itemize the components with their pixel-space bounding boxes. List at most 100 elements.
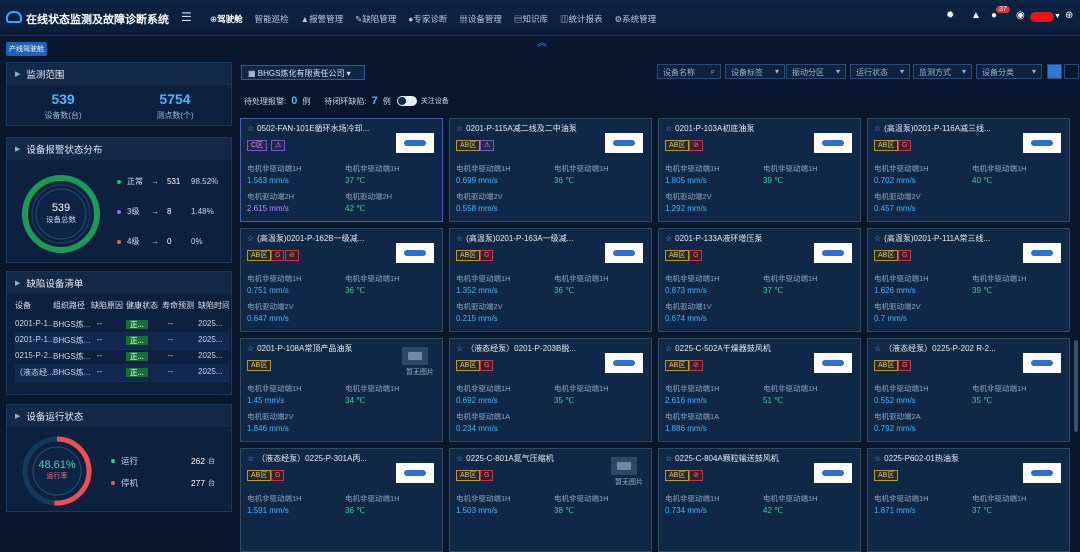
device-card[interactable]: ☆ 0502-FAN-101E循环水场冷却... C区 ⚠ 电机非驱动端1H 1.563 …	[240, 118, 443, 222]
nav-equipment[interactable]: ▦设备管理	[459, 13, 502, 25]
menu-toggle-icon[interactable]: ☰	[181, 10, 192, 24]
legend-normal: 正常 → 531 98.52%	[117, 176, 218, 187]
device-thumbnail	[396, 243, 434, 263]
nav-expert[interactable]: ●专家诊断	[408, 13, 447, 25]
filter-monitor-method[interactable]: 监测方式 ▾	[913, 64, 972, 79]
metric: 电机非驱动端1H 1.805 mm/s	[665, 164, 720, 185]
chevron-right-icon: ▶	[15, 146, 21, 153]
star-icon[interactable]: ☆	[665, 454, 672, 463]
card-title: ☆ （液态经泵）0201-P-203B脱...	[456, 344, 576, 353]
nav-system[interactable]: ⚙系统管理	[614, 13, 656, 25]
nav-defect[interactable]: ✎缺陷管理	[355, 13, 396, 25]
table-row[interactable]: （液态经... BHGS炼... -- 正... -- 2025...	[15, 364, 229, 382]
star-icon[interactable]: ☆	[874, 124, 881, 133]
star-icon[interactable]: ☆	[456, 344, 463, 353]
status-badge: G	[898, 140, 912, 151]
star-icon[interactable]: ☆	[247, 454, 254, 463]
card-title: ☆ (高温泵)0201-P-163A一级减...	[456, 234, 574, 243]
nav-reports[interactable]: ▥统计报表	[560, 13, 603, 25]
star-icon[interactable]: ☆	[247, 234, 254, 243]
follow-toggle[interactable]	[396, 96, 417, 106]
metric: 电机非驱动端1H 1.626 mm/s	[874, 274, 929, 295]
nav-alarm[interactable]: ▲报警管理	[301, 13, 343, 25]
device-card[interactable]: ☆ （液态经泵）0225-P-301A丙... AB区 G 电机非驱动端1H 1.591 …	[240, 448, 443, 552]
legend-level3: 3级 → 8 1.48%	[117, 206, 214, 217]
collapse-up-icon[interactable]: ︽	[537, 34, 547, 49]
device-thumbnail	[1023, 133, 1061, 153]
metric: 电机非驱动端1H 1.352 mm/s	[456, 274, 511, 295]
status-badge: AB区	[247, 250, 272, 261]
device-thumbnail	[1023, 463, 1061, 483]
device-card[interactable]: ☆ （液态经泵）0201-P-203B脱... AB区 G 电机非驱动端1H 0.692 …	[449, 338, 652, 442]
filter-run-state[interactable]: 运行状态 ▾	[850, 64, 910, 79]
filter-device-tag[interactable]: 设备标签 ▾	[725, 64, 785, 79]
globe-icon[interactable]: ⊕	[1065, 10, 1073, 21]
alarm-dist-panel: ▶ 设备报警状态分布 539 设备总数 正常 → 531 98.52% 3级 → 8 1.48…	[6, 137, 232, 263]
device-card[interactable]: ☆ 0225-C-502A干燥器鼓风机 AB区 ⊘ 电机非驱动端1H 2.616 mm/s…	[658, 338, 861, 442]
chevron-down-icon[interactable]: ▼	[1054, 13, 1061, 20]
metric: 电机非驱动端1H 0.702 mm/s	[874, 164, 929, 185]
star-icon[interactable]: ☆	[874, 344, 881, 353]
star-icon[interactable]: ☆	[247, 124, 254, 133]
user-name-redacted[interactable]	[1030, 12, 1054, 22]
metric: 电机非驱动端1H 37 ℃	[345, 164, 400, 185]
filter-vibration-zone[interactable]: 振动分区 ▾	[786, 64, 846, 79]
device-card[interactable]: ☆ (高温泵)0201-P-163A一级减... AB区 G 电机非驱动端1H 1.352…	[449, 228, 652, 332]
defect-list-title: 缺陷设备清单	[26, 279, 84, 290]
device-card[interactable]: ☆ （液态经泵）0225-P-202 R-2... AB区 G 电机非驱动端1H 0.55…	[867, 338, 1070, 442]
star-icon[interactable]: ☆	[665, 344, 672, 353]
device-count: 539	[51, 91, 75, 107]
card-title: ☆ (高温泵)0201-P-111A常三线...	[874, 234, 991, 243]
star-icon[interactable]: ☆	[247, 344, 254, 353]
nav-knowledge[interactable]: ▤知识库	[514, 13, 548, 25]
star-icon[interactable]: ☆	[456, 454, 463, 463]
run-rate-label: 运行率	[46, 473, 68, 480]
device-card[interactable]: ☆ (高温泵)0201-P-116A减三线... AB区 G 电机非驱动端1H 0.702…	[867, 118, 1070, 222]
metric: 电机非驱动端1H 35 ℃	[972, 384, 1027, 405]
card-title: ☆ 0225-C-801A氮气压缩机	[456, 454, 554, 463]
device-thumbnail	[605, 133, 643, 153]
device-card[interactable]: ☆ 0225-C-804A颗粒输送鼓风机 AB区 ⊘ 电机非驱动端1H 0.734 mm/…	[658, 448, 861, 552]
card-title: ☆ 0502-FAN-101E循环水场冷却...	[247, 124, 370, 133]
scrollbar[interactable]	[1074, 340, 1078, 432]
device-card[interactable]: ☆ 0201-P-115A减二线及二中油泵 AB区 ⚠ 电机非驱动端1H 0.699 mm…	[449, 118, 652, 222]
device-card[interactable]: ☆ (高温泵)0201-P-162B一级减... AB区 G ⊘ 电机非驱动端1H 0.75…	[240, 228, 443, 332]
nav-inspection[interactable]: 智能巡检	[255, 13, 289, 25]
cloud-logo-icon	[6, 11, 22, 23]
device-card[interactable]: ☆ 0201-P-103A初底油泵 AB区 ⊘ 电机非驱动端1H 1.805 mm/s 电机…	[658, 118, 861, 222]
star-icon[interactable]: ☆	[665, 234, 672, 243]
nav-cockpit[interactable]: ⊕驾驶舱	[210, 13, 243, 25]
filter-device-class[interactable]: 设备分类 ▾	[976, 64, 1042, 79]
device-count-label: 设备数(台)	[44, 111, 82, 120]
card-title: ☆ (高温泵)0201-P-162B一级减...	[247, 234, 365, 243]
status-badge: AB区	[456, 360, 481, 371]
device-card[interactable]: ☆ 0201-P-133A液环增压泵 AB区 G 电机非驱动端1H 0.873 mm/s 电…	[658, 228, 861, 332]
star-icon[interactable]: ☆	[665, 124, 672, 133]
grid-view-icon[interactable]	[1047, 64, 1062, 79]
avatar-icon[interactable]: ◉	[1016, 10, 1025, 21]
status-badge: AB区	[874, 250, 899, 261]
device-card[interactable]: ☆ 0225-C-801A氮气压缩机 暂无图片 AB区 G 电机非驱动端1H 1.503 m…	[449, 448, 652, 552]
metric: 电机非驱动端1H 1.563 mm/s	[247, 164, 302, 185]
metric: 电机驱动端2H 2.615 mm/s	[247, 192, 295, 213]
metric: 电机驱动端2H 42 ℃	[345, 192, 393, 213]
star-icon[interactable]: ☆	[456, 124, 463, 133]
device-card[interactable]: ☆ 0225-P602-01热油泵 AB区 电机非驱动端1H 1.871 mm/s 电机非…	[867, 448, 1070, 552]
device-card[interactable]: ☆ (高温泵)0201-P-111A常三线... AB区 G 电机非驱动端1H 1.626…	[867, 228, 1070, 332]
status-badge: AB区	[456, 250, 481, 261]
status-badge: G	[689, 250, 703, 261]
bell-icon[interactable]: ▲	[971, 10, 981, 21]
device-card[interactable]: ☆ 0201-P-108A常顶产品油泵 暂无图片 AB区 电机非驱动端1H 1.45 mm…	[240, 338, 443, 442]
list-view-icon[interactable]	[1064, 64, 1079, 79]
search-device-name[interactable]: 设备名称 ⌕	[657, 64, 721, 79]
star-icon[interactable]: ☆	[456, 234, 463, 243]
company-select[interactable]: ▦ BHGS炼化有限责任公司 ▾	[241, 65, 365, 80]
metric: 电机非驱动端1H 37 ℃	[763, 274, 818, 295]
run-row-stopped: 停机 277 台	[111, 477, 215, 489]
settings-icon[interactable]: ✹	[946, 10, 954, 21]
metric: 电机非驱动端1H 39 ℃	[763, 164, 818, 185]
star-icon[interactable]: ☆	[874, 234, 881, 243]
page-tag: 产线驾驶舱	[6, 42, 47, 56]
star-icon[interactable]: ☆	[874, 454, 881, 463]
status-badge: ⚠	[480, 140, 495, 151]
